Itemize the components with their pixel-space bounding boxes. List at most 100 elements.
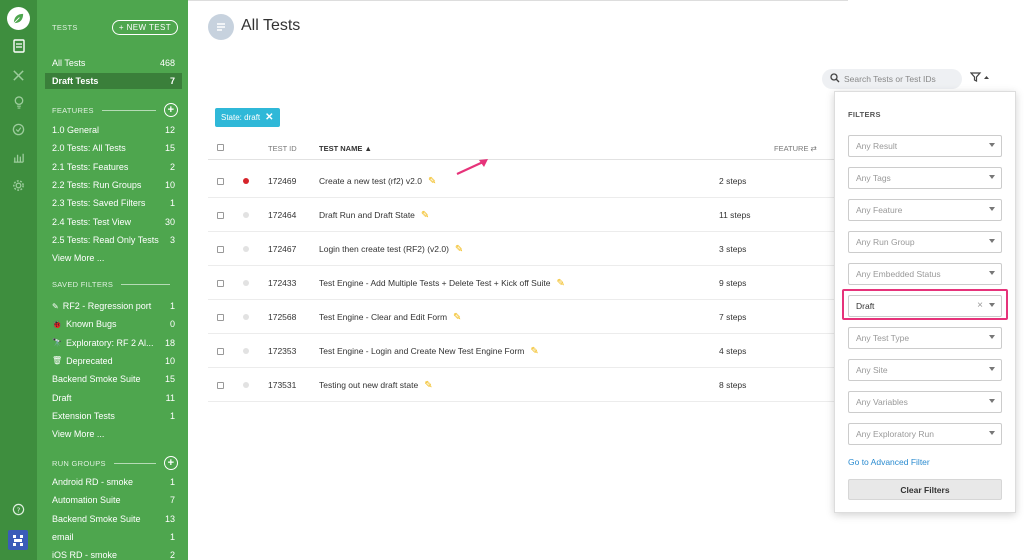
- edit-icon[interactable]: ✎: [428, 176, 436, 187]
- table-row[interactable]: 172433 Test Engine - Add Multiple Tests +…: [208, 266, 834, 300]
- test-name-cell: Test Engine - Login and Create New Test …: [319, 346, 539, 357]
- test-name[interactable]: Test Engine - Login and Create New Test …: [319, 346, 524, 356]
- sidebar-item-saved-filter-count: 1: [169, 410, 175, 421]
- clear-filters-button[interactable]: Clear Filters: [848, 479, 1002, 500]
- sidebar-item-feature-count: 2: [169, 161, 175, 172]
- table-row[interactable]: 172464 Draft Run and Draft State ✎ 11 steps: [208, 198, 834, 232]
- check-circle-icon[interactable]: [9, 120, 28, 139]
- sidebar-item-saved-filter[interactable]: Extension Tests 1: [45, 408, 182, 424]
- filter-tags-select[interactable]: Any Tags: [848, 167, 1002, 189]
- sidebar-item-feature[interactable]: 1.0 General 12: [45, 122, 182, 138]
- sidebar-item-test[interactable]: All Tests 468: [45, 55, 182, 71]
- sidebar-item-saved-filter[interactable]: 🗑 Deprecated 10: [45, 353, 182, 369]
- filter-test-type-select[interactable]: Any Test Type: [848, 327, 1002, 349]
- sidebar-item-saved-filter[interactable]: 🐞 Known Bugs 0: [45, 316, 182, 332]
- chevron-down-icon: [989, 399, 995, 403]
- search-input[interactable]: Search Tests or Test IDs: [822, 69, 962, 89]
- active-filter-chip[interactable]: State: draft ✕: [215, 108, 280, 127]
- sidebar-item-saved-filter[interactable]: Backend Smoke Suite 15: [45, 371, 182, 387]
- annotation-arrow-icon: [456, 159, 488, 175]
- row-checkbox[interactable]: [217, 280, 224, 287]
- sidebar-item-run-group[interactable]: email 1: [45, 529, 182, 545]
- leaf-logo-icon[interactable]: [7, 7, 30, 30]
- edit-icon[interactable]: ✎: [453, 312, 461, 323]
- sidebar-item-run-group[interactable]: Backend Smoke Suite 13: [45, 511, 182, 527]
- table-row[interactable]: 172353 Test Engine - Login and Create New…: [208, 334, 834, 368]
- test-name[interactable]: Login then create test (RF2) (v2.0): [319, 244, 449, 254]
- row-checkbox[interactable]: [217, 348, 224, 355]
- sidebar-item-feature[interactable]: 2.3 Tests: Saved Filters 1: [45, 195, 182, 211]
- sidebar-item-run-group-label: email: [52, 531, 74, 542]
- sidebar-item-run-group[interactable]: iOS RD - smoke 2: [45, 547, 182, 560]
- row-checkbox[interactable]: [217, 246, 224, 253]
- reports-chart-icon[interactable]: [9, 148, 28, 167]
- tools-icon[interactable]: [9, 66, 28, 85]
- gear-icon[interactable]: [9, 176, 28, 195]
- filter-exploratory-run-select[interactable]: Any Exploratory Run: [848, 423, 1002, 445]
- filter-result-select[interactable]: Any Result: [848, 135, 1002, 157]
- icon-rail: ?: [0, 0, 37, 560]
- test-id: 172353: [268, 346, 297, 356]
- test-id: 172464: [268, 210, 297, 220]
- lightbulb-icon[interactable]: [9, 93, 28, 112]
- test-name[interactable]: Test Engine - Clear and Edit Form: [319, 312, 447, 322]
- table-row[interactable]: 172469 Create a new test (rf2) v2.0 ✎ 2 ste…: [208, 164, 834, 198]
- filter-result-value: Any Result: [856, 141, 898, 151]
- row-checkbox[interactable]: [217, 178, 224, 185]
- sidebar-item-feature[interactable]: 2.1 Tests: Features 2: [45, 159, 182, 175]
- table-row[interactable]: 173531 Testing out new draft state ✎ 8 step…: [208, 368, 834, 402]
- table-row[interactable]: 172467 Login then create test (RF2) (v2.0…: [208, 232, 834, 266]
- sidebar-item-feature[interactable]: 2.4 Tests: Test View 30: [45, 214, 182, 230]
- sidebar-item-saved-filter[interactable]: ✎ RF2 - Regression port 1: [45, 298, 182, 314]
- sidebar-item-saved-filter-count: 10: [164, 355, 175, 366]
- filter-variables-select[interactable]: Any Variables: [848, 391, 1002, 413]
- edit-icon[interactable]: ✎: [455, 244, 463, 255]
- status-cell: [243, 280, 249, 286]
- sidebar-item-feature[interactable]: 2.0 Tests: All Tests 15: [45, 140, 182, 156]
- advanced-filter-link[interactable]: Go to Advanced Filter: [848, 457, 930, 467]
- help-icon[interactable]: ?: [9, 500, 28, 519]
- add-feature-button[interactable]: +: [164, 103, 178, 117]
- sidebar-item-run-group[interactable]: Android RD - smoke 1: [45, 474, 182, 490]
- row-checkbox[interactable]: [217, 382, 224, 389]
- status-cell: [243, 212, 249, 218]
- new-test-button[interactable]: + New Test: [111, 20, 178, 35]
- row-checkbox[interactable]: [217, 212, 224, 219]
- test-name[interactable]: Test Engine - Add Multiple Tests + Delet…: [319, 278, 551, 288]
- table-row[interactable]: 172568 Test Engine - Clear and Edit Form ✎…: [208, 300, 834, 334]
- col-test-id[interactable]: TEST ID: [268, 144, 297, 153]
- test-name[interactable]: Create a new test (rf2) v2.0: [319, 176, 422, 186]
- test-name-cell: Draft Run and Draft State ✎: [319, 210, 429, 221]
- status-cell: [243, 246, 249, 252]
- filter-toggle-button[interactable]: [969, 72, 990, 85]
- col-feature[interactable]: FEATURE ⇄: [774, 144, 817, 153]
- row-checkbox[interactable]: [217, 314, 224, 321]
- user-avatar[interactable]: [8, 530, 28, 550]
- edit-icon[interactable]: ✎: [530, 346, 538, 357]
- add-run-group-button[interactable]: +: [164, 456, 178, 470]
- edit-icon[interactable]: ✎: [557, 278, 565, 289]
- list-icon: [208, 14, 234, 40]
- edit-icon[interactable]: ✎: [421, 210, 429, 221]
- sidebar-item-saved-filter-label: Extension Tests: [52, 410, 115, 421]
- col-test-name[interactable]: TEST NAME ▲: [319, 144, 372, 153]
- features-view-more-link[interactable]: View More ...: [45, 250, 182, 266]
- filter-embedded-status-select[interactable]: Any Embedded Status: [848, 263, 1002, 285]
- sidebar-item-saved-filter[interactable]: Draft 11: [45, 390, 182, 406]
- remove-chip-icon[interactable]: ✕: [265, 112, 273, 123]
- filter-feature-select[interactable]: Any Feature: [848, 199, 1002, 221]
- filter-run-group-select[interactable]: Any Run Group: [848, 231, 1002, 253]
- sidebar-item-feature[interactable]: 2.2 Tests: Run Groups 10: [45, 177, 182, 193]
- edit-icon[interactable]: ✎: [424, 380, 432, 391]
- sidebar-item-run-group[interactable]: Automation Suite 7: [45, 492, 182, 508]
- test-name[interactable]: Draft Run and Draft State: [319, 210, 415, 220]
- row-checkbox-cell: [217, 314, 224, 321]
- sidebar-item-feature[interactable]: 2.5 Tests: Read Only Tests 3: [45, 232, 182, 248]
- saved-view-more-link[interactable]: View More ...: [45, 426, 182, 442]
- sidebar-item-saved-filter[interactable]: 🔭 Exploratory: RF 2 Al... 18: [45, 335, 182, 351]
- filter-site-select[interactable]: Any Site: [848, 359, 1002, 381]
- sidebar-item-test[interactable]: Draft Tests 7: [45, 73, 182, 90]
- test-name[interactable]: Testing out new draft state: [319, 380, 418, 390]
- select-all-checkbox[interactable]: [217, 144, 224, 151]
- tests-icon[interactable]: [9, 36, 28, 55]
